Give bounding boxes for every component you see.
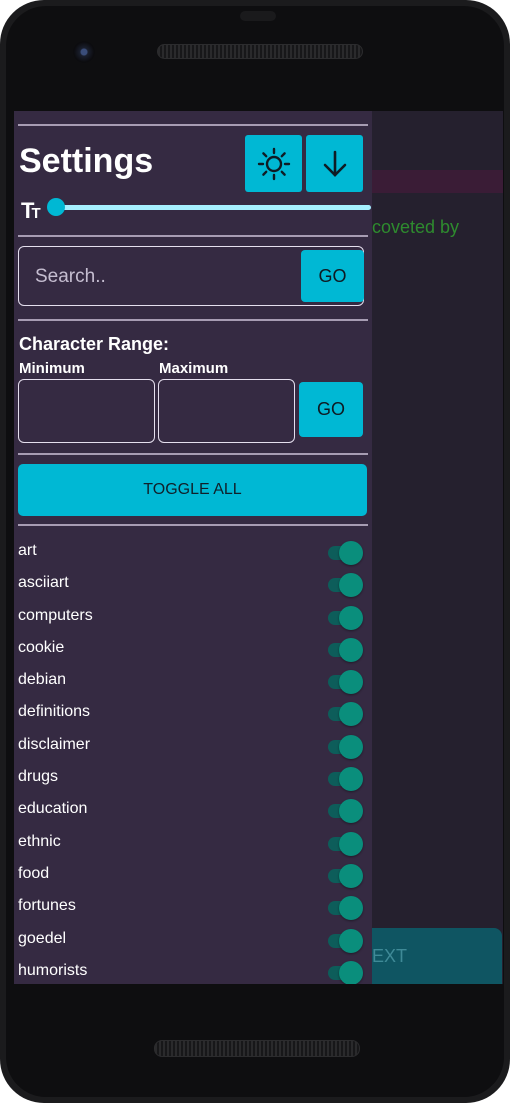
switch-knob xyxy=(339,541,363,565)
bottom-speaker xyxy=(154,1040,360,1057)
switch-knob xyxy=(339,670,363,695)
sun-icon xyxy=(257,147,290,180)
category-label: computers xyxy=(18,606,93,624)
arrow-down-icon xyxy=(323,150,346,177)
divider xyxy=(18,124,368,126)
category-list: art asciiart computers cookie debian definiti… xyxy=(18,536,368,984)
minimum-input[interactable] xyxy=(18,379,155,443)
font-size-slider[interactable]: TT xyxy=(21,195,371,223)
fortune-text: coveted by xyxy=(372,217,460,237)
category-row[interactable]: ethnic xyxy=(18,827,368,859)
front-camera xyxy=(73,41,95,63)
category-row[interactable]: goedel xyxy=(18,924,368,956)
category-toggle-switch[interactable] xyxy=(325,734,363,759)
category-label: cookie xyxy=(18,638,65,656)
slider-track[interactable] xyxy=(55,205,371,210)
switch-knob xyxy=(339,799,363,824)
switch-knob xyxy=(339,928,363,953)
earpiece-speaker xyxy=(157,44,363,59)
slider-thumb[interactable] xyxy=(47,198,65,216)
category-label: asciiart xyxy=(18,574,69,592)
theme-toggle-button[interactable] xyxy=(245,135,302,192)
phone-sensor xyxy=(240,11,276,21)
category-row[interactable]: education xyxy=(18,794,368,826)
category-toggle-switch[interactable] xyxy=(325,831,363,856)
text-size-icon: TT xyxy=(21,198,41,223)
category-row[interactable]: art xyxy=(18,536,368,568)
category-toggle-switch[interactable] xyxy=(325,541,363,565)
settings-title: Settings xyxy=(19,142,154,180)
switch-knob xyxy=(339,637,363,662)
divider xyxy=(18,524,368,526)
settings-drawer: Settings TT Search.. GO Character Range:… xyxy=(14,111,372,984)
search-field: GO xyxy=(18,246,364,306)
switch-knob xyxy=(339,831,363,856)
category-toggle-switch[interactable] xyxy=(325,928,363,953)
category-toggle-switch[interactable] xyxy=(325,605,363,630)
switch-knob xyxy=(339,702,363,727)
category-label: drugs xyxy=(18,768,59,786)
download-button[interactable] xyxy=(306,135,363,192)
category-row[interactable]: asciiart xyxy=(18,568,368,600)
category-label: fortunes xyxy=(18,897,76,915)
switch-knob xyxy=(339,767,363,792)
category-label: food xyxy=(18,864,50,882)
fortune-header-bar xyxy=(372,170,503,193)
minimum-label: Minimum xyxy=(19,360,85,377)
category-toggle-switch[interactable] xyxy=(325,799,363,824)
search-go-button[interactable]: GO xyxy=(301,250,364,302)
category-row[interactable]: food xyxy=(18,859,368,891)
category-label: art xyxy=(18,542,37,559)
category-toggle-switch[interactable] xyxy=(325,670,363,695)
switch-knob xyxy=(339,863,363,888)
category-row[interactable]: drugs xyxy=(18,762,368,794)
range-go-button[interactable]: GO xyxy=(299,382,363,437)
category-row[interactable]: cookie xyxy=(18,633,368,665)
category-row[interactable]: humorists xyxy=(18,956,368,984)
category-row[interactable]: debian xyxy=(18,665,368,697)
main-content: coveted by EXT xyxy=(372,111,503,984)
category-toggle-switch[interactable] xyxy=(325,573,363,598)
divider xyxy=(18,319,368,321)
category-row[interactable]: computers xyxy=(18,601,368,633)
switch-knob xyxy=(339,734,363,759)
category-row[interactable]: disclaimer xyxy=(18,730,368,762)
category-label: education xyxy=(18,800,88,818)
next-button[interactable]: EXT xyxy=(372,928,502,984)
toggle-all-button[interactable]: TOGGLE ALL xyxy=(18,464,367,516)
search-input[interactable] xyxy=(33,261,297,293)
character-range-title: Character Range: xyxy=(19,334,170,354)
category-label: goedel xyxy=(18,929,67,947)
maximum-input[interactable] xyxy=(158,379,295,443)
category-label: debian xyxy=(18,671,67,689)
switch-knob xyxy=(339,605,363,630)
switch-knob xyxy=(339,960,363,984)
switch-knob xyxy=(339,573,363,598)
category-toggle-switch[interactable] xyxy=(325,637,363,662)
switch-knob xyxy=(339,896,363,921)
category-toggle-switch[interactable] xyxy=(325,702,363,727)
app-screen: coveted by EXT Settings TT Search.. GO C… xyxy=(14,111,503,984)
category-toggle-switch[interactable] xyxy=(325,767,363,792)
category-label: humorists xyxy=(18,961,88,979)
category-row[interactable]: fortunes xyxy=(18,891,368,923)
category-toggle-switch[interactable] xyxy=(325,896,363,921)
category-label: definitions xyxy=(18,703,91,721)
category-row[interactable]: definitions xyxy=(18,697,368,729)
maximum-label: Maximum xyxy=(159,360,229,377)
category-toggle-switch[interactable] xyxy=(325,863,363,888)
divider xyxy=(18,235,368,237)
category-toggle-switch[interactable] xyxy=(325,960,363,984)
category-label: disclaimer xyxy=(18,735,91,753)
divider xyxy=(18,453,368,455)
category-label: ethnic xyxy=(18,832,61,850)
phone-frame: coveted by EXT Settings TT Search.. GO C… xyxy=(0,0,510,1103)
